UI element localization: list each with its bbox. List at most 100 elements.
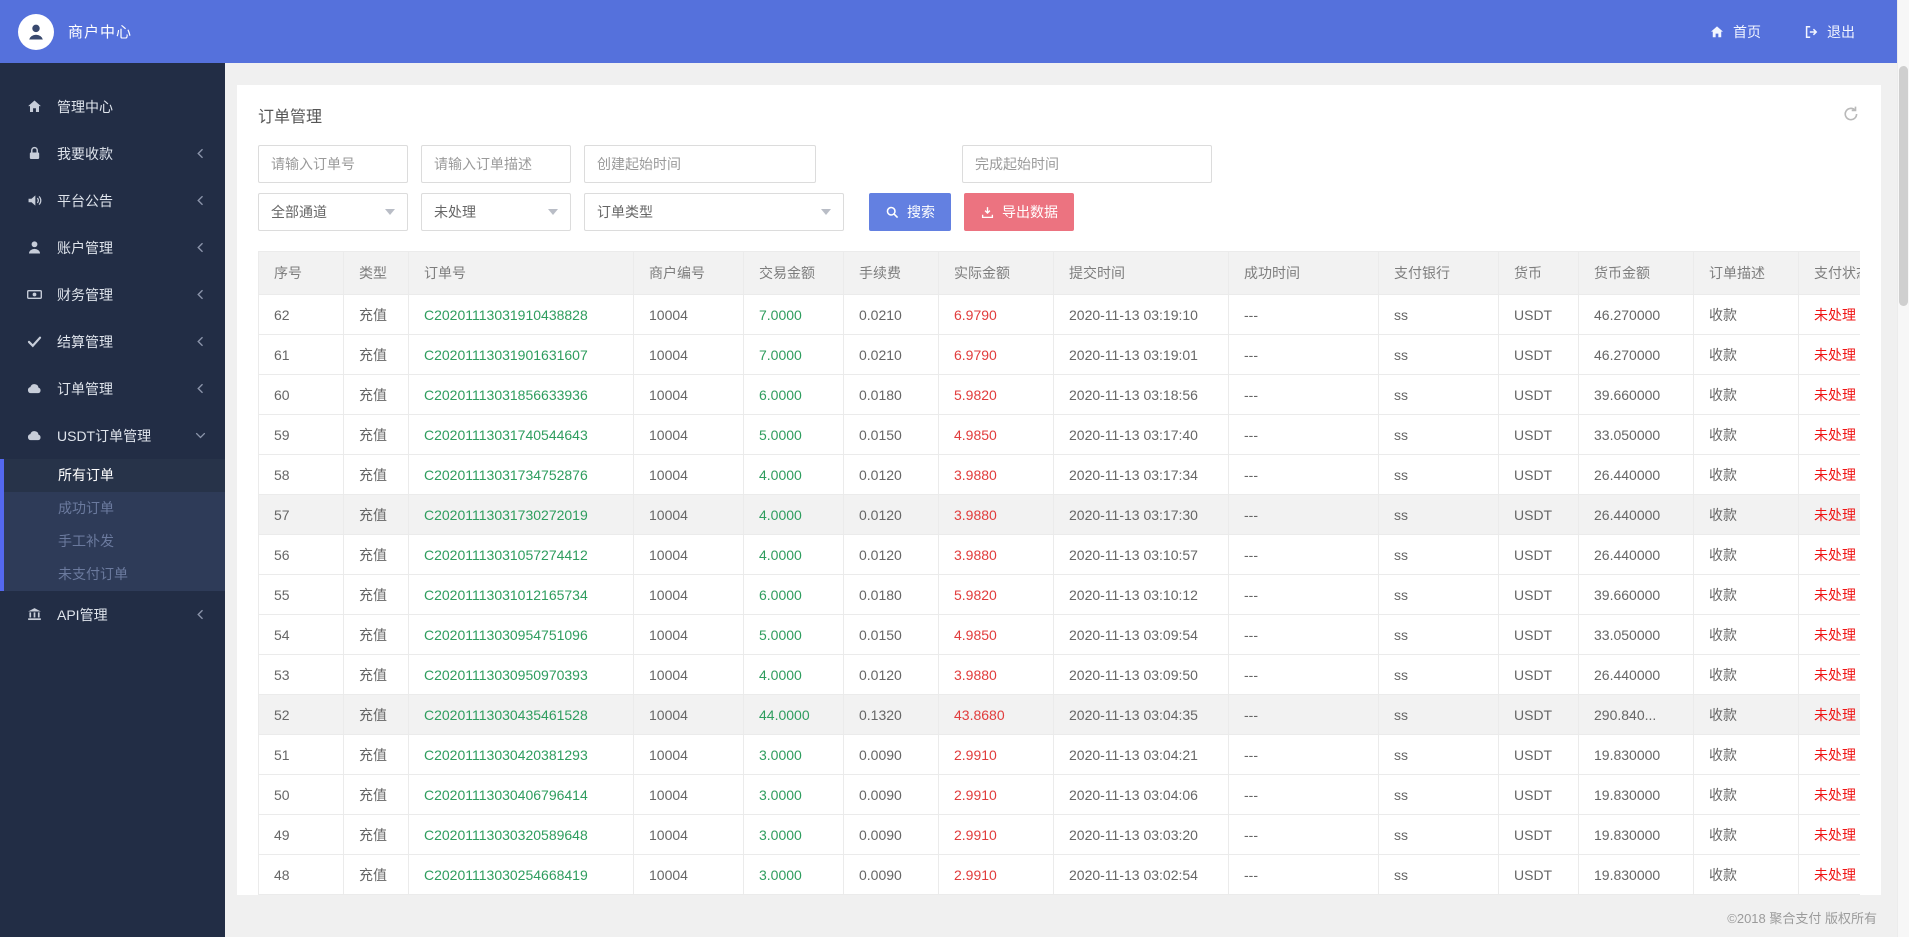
cell-type: 充值	[343, 374, 409, 415]
chevron-left-icon	[194, 241, 207, 254]
export-button-label: 导出数据	[1002, 204, 1058, 220]
cell-submit-time: 2020-11-13 03:18:56	[1053, 374, 1229, 415]
scrollbar-thumb[interactable]	[1899, 66, 1908, 306]
export-data-button[interactable]: 导出数据	[964, 193, 1074, 231]
cell-success-time: ---	[1228, 454, 1379, 495]
sidebar-item-8[interactable]: API管理	[0, 591, 225, 638]
refresh-icon[interactable]	[1842, 105, 1860, 123]
col-header-merchant-no: 商户编号	[633, 251, 744, 295]
cell-currency-amount: 26.440000	[1578, 654, 1694, 695]
cell-success-time: ---	[1228, 694, 1379, 735]
cell-order-no: C20201113030954751096	[408, 614, 634, 655]
cell-actual: 3.9880	[938, 454, 1054, 495]
cell-actual: 6.9790	[938, 294, 1054, 335]
sidebar-item-6[interactable]: 订单管理	[0, 365, 225, 412]
sidebar-item-label: 财务管理	[57, 286, 113, 303]
cell-currency: USDT	[1498, 774, 1579, 815]
footer-copyright: ©2018 聚合支付 版权所有	[1727, 911, 1877, 926]
orders-table-wrap: 序号 类型 订单号 商户编号 交易金额 手续费 实际金额 提交时间 成功时间 支付银行 货币 货币金额…	[258, 251, 1860, 895]
sidebar-item-1[interactable]: 我要收款	[0, 130, 225, 177]
sidebar-item-label: 管理中心	[57, 98, 113, 115]
cell-status: 未处理	[1798, 774, 1860, 815]
chevron-left-icon	[194, 147, 207, 160]
create-time-input[interactable]	[584, 145, 816, 183]
order-desc-input[interactable]	[421, 145, 571, 183]
status-select[interactable]: 未处理	[421, 193, 571, 231]
brand-title: 商户中心	[68, 24, 133, 41]
sidebar-item-5[interactable]: 结算管理	[0, 318, 225, 365]
logout-link-label: 退出	[1827, 23, 1855, 40]
cell-submit-time: 2020-11-13 03:02:54	[1053, 854, 1229, 895]
cell-fee: 0.0120	[843, 494, 939, 535]
sidebar-item-0[interactable]: 管理中心	[0, 83, 225, 130]
cell-currency: USDT	[1498, 854, 1579, 895]
cell-amount: 4.0000	[743, 654, 844, 695]
table-row: 62 充值 C20201113031910438828 10004 7.0000 0.02…	[258, 294, 1860, 335]
table-header-row: 序号 类型 订单号 商户编号 交易金额 手续费 实际金额 提交时间 成功时间 支付银行 货币 货币金额…	[258, 251, 1860, 295]
cell-desc: 收款	[1693, 614, 1799, 655]
cell-currency-amount: 46.270000	[1578, 334, 1694, 375]
sidebar-item-3[interactable]: 账户管理	[0, 224, 225, 271]
cell-amount: 5.0000	[743, 414, 844, 455]
cell-success-time: ---	[1228, 534, 1379, 575]
col-header-currency: 货币	[1498, 251, 1579, 295]
order-type-select-value: 订单类型	[597, 204, 653, 220]
cell-actual: 3.9880	[938, 494, 1054, 535]
cell-desc: 收款	[1693, 414, 1799, 455]
home-link[interactable]: 首页	[1709, 22, 1761, 42]
cell-actual: 5.9820	[938, 374, 1054, 415]
cell-currency-amount: 26.440000	[1578, 494, 1694, 535]
cell-bank: ss	[1378, 854, 1499, 895]
cell-seq: 60	[258, 374, 344, 415]
cell-order-no: C20201113030420381293	[408, 734, 634, 775]
cell-status: 未处理	[1798, 294, 1860, 335]
speaker-icon	[26, 192, 43, 209]
cell-submit-time: 2020-11-13 03:04:35	[1053, 694, 1229, 735]
home-link-label: 首页	[1733, 23, 1761, 40]
cell-desc: 收款	[1693, 734, 1799, 775]
chevron-left-icon	[194, 288, 207, 301]
order-type-select[interactable]: 订单类型	[584, 193, 844, 231]
cell-currency-amount: 39.660000	[1578, 374, 1694, 415]
table-row: 51 充值 C20201113030420381293 10004 3.0000 0.00…	[258, 734, 1860, 775]
cell-seq: 53	[258, 654, 344, 695]
page-title: 订单管理	[258, 109, 323, 126]
channel-select[interactable]: 全部通道	[258, 193, 408, 231]
cell-desc: 收款	[1693, 374, 1799, 415]
cell-fee: 0.0090	[843, 774, 939, 815]
sidebar-item-2[interactable]: 平台公告	[0, 177, 225, 224]
cell-fee: 0.0120	[843, 454, 939, 495]
table-row: 52 充值 C20201113030435461528 10004 44.0000 0.1…	[258, 694, 1860, 735]
orders-table-body: 62 充值 C20201113031910438828 10004 7.0000 0.02…	[258, 294, 1860, 895]
cell-fee: 0.0090	[843, 734, 939, 775]
sidebar-subitem-0[interactable]: 所有订单	[4, 459, 225, 492]
cell-fee: 0.0210	[843, 294, 939, 335]
sidebar-subitem-2[interactable]: 手工补发	[4, 525, 225, 558]
sidebar-subitem-3[interactable]: 未支付订单	[4, 558, 225, 591]
cell-fee: 0.0120	[843, 534, 939, 575]
cell-success-time: ---	[1228, 334, 1379, 375]
sidebar-item-4[interactable]: 财务管理	[0, 271, 225, 318]
logout-link[interactable]: 退出	[1803, 22, 1855, 42]
sidebar-subitem-1[interactable]: 成功订单	[4, 492, 225, 525]
order-no-input[interactable]	[258, 145, 408, 183]
cell-status: 未处理	[1798, 574, 1860, 615]
cell-order-no: C20201113031057274412	[408, 534, 634, 575]
vertical-scrollbar[interactable]	[1897, 0, 1909, 937]
cell-currency-amount: 33.050000	[1578, 614, 1694, 655]
cell-order-no: C20201113031730272019	[408, 494, 634, 535]
cell-actual: 4.9850	[938, 614, 1054, 655]
sidebar-item-label: USDT订单管理	[57, 427, 152, 444]
sidebar-item-label: API管理	[57, 606, 108, 623]
finish-time-input[interactable]	[962, 145, 1212, 183]
cell-desc: 收款	[1693, 814, 1799, 855]
search-button[interactable]: 搜索	[869, 193, 951, 231]
table-row: 58 充值 C20201113031734752876 10004 4.0000 0.01…	[258, 454, 1860, 495]
cell-merchant-no: 10004	[633, 854, 744, 895]
cell-order-no: C20201113030950970393	[408, 654, 634, 695]
cell-order-no: C20201113031740544643	[408, 414, 634, 455]
sidebar-item-7[interactable]: USDT订单管理	[0, 412, 225, 459]
cell-bank: ss	[1378, 494, 1499, 535]
cell-actual: 3.9880	[938, 534, 1054, 575]
sidebar-menu: 管理中心我要收款 平台公告 账户管理财务管理结算管理 订单管理 USDT订单管理所有订单…	[0, 63, 225, 638]
